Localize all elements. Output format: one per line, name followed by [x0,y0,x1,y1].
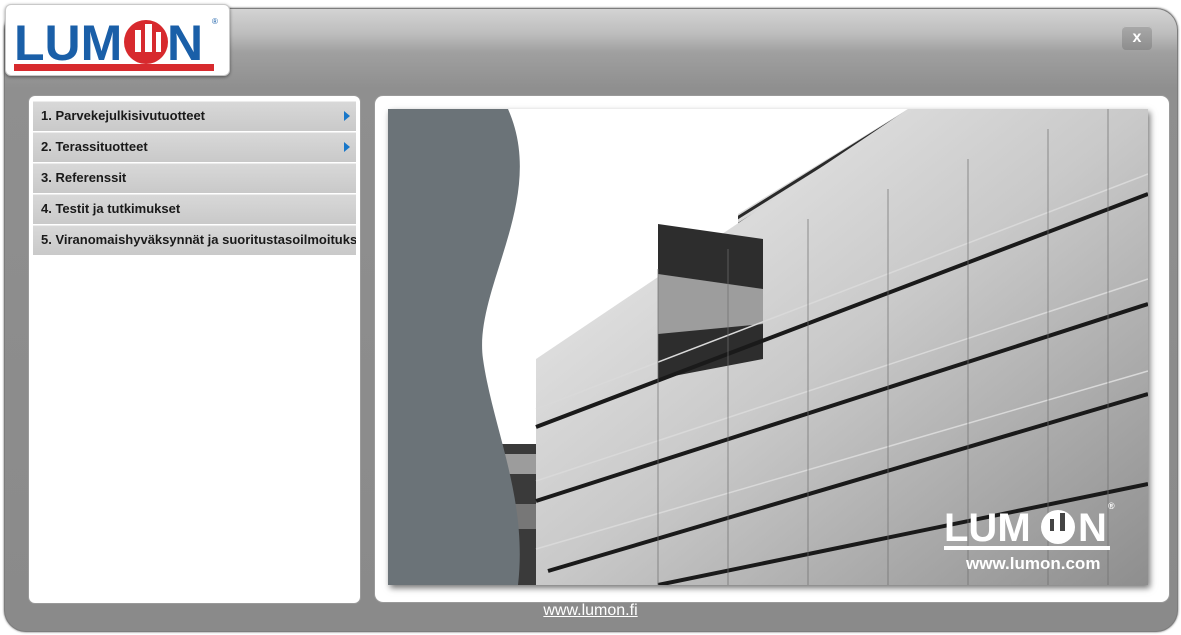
close-button[interactable]: x [1122,26,1152,50]
watermark-logo: LUM N ® www.lumon.com [944,501,1115,573]
lumon-logo: LUM N ® [14,15,218,71]
menu-panel: 1. Parvekejulkisivutuotteet 2. Terassitu… [29,96,360,603]
watermark-registered: ® [1108,501,1115,511]
close-icon: x [1132,29,1142,46]
footer-link[interactable]: www.lumon.fi [0,602,1181,620]
menu-item-terrace-products[interactable]: 2. Terassituotteet [33,132,356,162]
chevron-right-icon [344,142,350,152]
watermark-text: LUM [944,506,1031,550]
menu-item-label: 5. Viranomaishyväksynnät ja suoritustaso… [41,232,356,247]
menu-item-label: 3. Referenssit [41,170,127,185]
menu-item-approvals[interactable]: 5. Viranomaishyväksynnät ja suoritustaso… [33,225,356,255]
menu-item-balcony-products[interactable]: 1. Parvekejulkisivutuotteet [33,101,356,131]
chevron-right-icon [344,111,350,121]
image-panel: LUM N ® www.lumon.com [375,96,1169,602]
logo-tab: LUM N ® [5,4,230,76]
menu-list: 1. Parvekejulkisivutuotteet 2. Terassitu… [33,101,356,256]
menu-item-tests[interactable]: 4. Testit ja tutkimukset [33,194,356,224]
menu-item-references[interactable]: 3. Referenssit [33,163,356,193]
app-window: x 1. Parvekejulkisivutuotteet 2. Terassi… [4,8,1178,632]
building-illustration: LUM N ® www.lumon.com [388,109,1148,585]
building-photo: LUM N ® www.lumon.com [388,109,1148,585]
logo-registered: ® [212,17,218,26]
logo-text: LUM [14,15,122,71]
menu-item-label: 2. Terassituotteet [41,139,148,154]
watermark-text: N [1078,506,1107,550]
menu-item-label: 1. Parvekejulkisivutuotteet [41,108,206,123]
watermark-url: www.lumon.com [965,554,1100,573]
menu-item-label: 4. Testit ja tutkimukset [41,201,181,216]
logo-text: N [167,15,203,71]
resize-grip-icon[interactable] [1164,622,1178,632]
